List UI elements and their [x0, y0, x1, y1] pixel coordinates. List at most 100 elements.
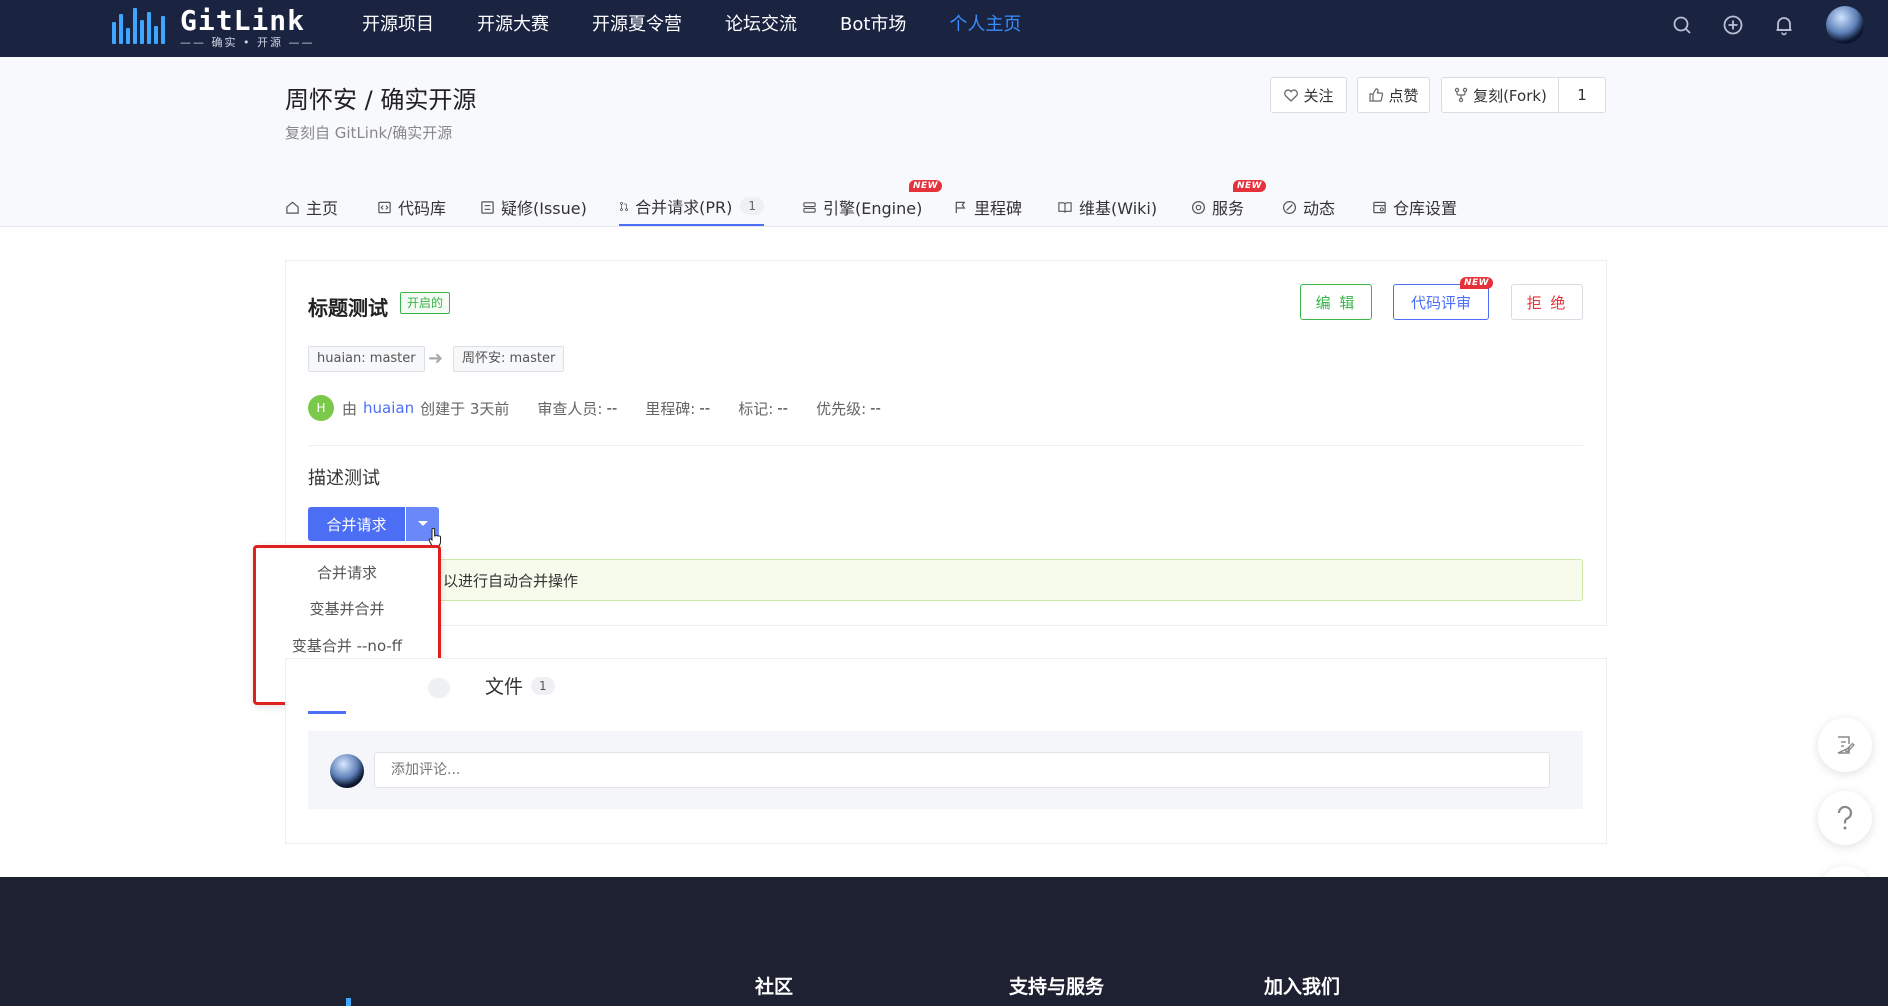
book-icon: [1058, 201, 1072, 213]
fork-count[interactable]: 1: [1559, 77, 1606, 113]
tab-files-label: 文件: [485, 676, 524, 698]
watch-label: 关注: [1303, 86, 1334, 105]
settings-icon: [1373, 201, 1386, 213]
tab-code[interactable]: 代码库: [377, 188, 446, 226]
code-review-button[interactable]: 代码评审 NEW: [1393, 277, 1494, 320]
fork-button[interactable]: 复刻(Fork): [1441, 77, 1559, 113]
home-icon: [286, 201, 299, 214]
thumbs-up-icon: [1369, 88, 1384, 102]
tab-issues[interactable]: 疑修(Issue): [480, 188, 587, 226]
milestone-label: 里程碑:: [645, 399, 696, 418]
nav-bot-market[interactable]: Bot市场: [840, 0, 906, 50]
gitlink-logo[interactable]: GitLink —— 确实 • 开源 ——: [110, 4, 312, 49]
services-new-badge: NEW: [1233, 180, 1267, 192]
tab-pull-requests-label: 合并请求(PR): [635, 198, 733, 217]
tab-milestones-label: 里程碑: [974, 199, 1023, 218]
tab-services[interactable]: 服务 NEW: [1191, 180, 1267, 226]
author-avatar[interactable]: H: [308, 395, 334, 421]
main-nav: 开源项目 开源大赛 开源夏令营 论坛交流 Bot市场 个人主页: [362, 0, 1064, 50]
footer-support: 支持与服务: [1009, 976, 1105, 998]
feedback-button[interactable]: [1818, 718, 1872, 772]
engine-new-badge: NEW: [909, 180, 943, 192]
top-navbar: GitLink —— 确实 • 开源 —— 开源项目 开源大赛 开源夏令营 论坛…: [0, 0, 1888, 57]
tab-settings-label: 仓库设置: [1393, 199, 1458, 218]
merge-option-merge[interactable]: 合并请求: [256, 555, 438, 591]
repo-title[interactable]: 周怀安 / 确实开源: [285, 80, 476, 115]
tab-pull-requests[interactable]: 合并请求(PR) 1: [619, 188, 764, 226]
tab-activity[interactable]: 动态: [1282, 188, 1335, 226]
engine-icon: [803, 201, 816, 213]
target-branch: 周怀安: master: [453, 346, 565, 372]
tab-home-label: 主页: [306, 199, 339, 218]
created-time: 创建于 3天前: [420, 399, 510, 418]
tab-activity-label: 动态: [1303, 199, 1336, 218]
edit-button[interactable]: 编 辑: [1300, 284, 1372, 320]
footer: [0, 877, 1888, 1006]
reviewers-value: --: [606, 399, 618, 417]
logo-subtext: —— 确实 • 开源 ——: [180, 36, 315, 49]
logo-mark-icon: [110, 8, 165, 48]
pr-meta: H 由 huaian 创建于 3天前 审查人员: -- 里程碑: -- 标记: …: [308, 394, 881, 422]
fork-icon: [1454, 87, 1468, 103]
merge-option-rebase[interactable]: 变基并合并: [256, 591, 438, 627]
files-count: 1: [531, 676, 555, 695]
tab-home[interactable]: 主页: [285, 188, 338, 226]
pr-description: 描述测试: [308, 468, 380, 489]
tab-milestones[interactable]: 里程碑: [953, 188, 1022, 226]
pull-request-icon: [620, 201, 628, 211]
auto-merge-notice: 以进行自动合并操作: [420, 559, 1583, 601]
tab-wiki[interactable]: 维基(Wiki): [1057, 188, 1157, 226]
edit-note-icon: [1837, 736, 1855, 754]
nav-competitions[interactable]: 开源大赛: [477, 0, 549, 50]
tab-settings[interactable]: 仓库设置: [1372, 188, 1457, 226]
add-icon[interactable]: [1722, 14, 1744, 36]
tab-engine[interactable]: 引擎(Engine) NEW: [802, 180, 943, 226]
code-review-new-badge: NEW: [1460, 277, 1494, 289]
caret-down-icon: [417, 521, 428, 526]
code-review-label: 代码评审: [1410, 293, 1471, 312]
comment-input[interactable]: [374, 752, 1550, 788]
tab-files[interactable]: 文件 1: [485, 672, 555, 699]
divider: [308, 445, 1583, 446]
fork-label: 复刻(Fork): [1473, 86, 1547, 105]
tab-services-label: 服务: [1212, 199, 1245, 218]
tab-wiki-label: 维基(Wiki): [1079, 199, 1158, 218]
tab-code-label: 代码库: [398, 199, 447, 218]
code-icon: [378, 201, 391, 213]
merge-button[interactable]: 合并请求: [308, 507, 405, 541]
source-branch: huaian: master: [308, 346, 425, 372]
arrow-right-icon: ➜: [428, 348, 444, 369]
priority-label: 优先级:: [816, 399, 867, 418]
pr-status-badge: 开启的: [400, 292, 451, 314]
comments-count-badge: [428, 678, 450, 698]
question-mark-icon: [1837, 805, 1853, 830]
active-tab-underline: [308, 711, 346, 714]
by-label: 由: [342, 399, 358, 418]
reviewers-label: 审查人员:: [537, 399, 603, 418]
issue-icon: [481, 200, 494, 214]
nav-personal-home[interactable]: 个人主页: [949, 0, 1021, 50]
like-button[interactable]: 点赞: [1357, 77, 1430, 113]
pr-title: 标题测试: [308, 296, 388, 320]
watch-button[interactable]: 关注: [1270, 77, 1347, 113]
search-icon[interactable]: [1671, 14, 1693, 36]
like-label: 点赞: [1388, 86, 1419, 105]
bell-icon[interactable]: [1773, 14, 1795, 36]
logo-text: GitLink: [180, 4, 306, 37]
nav-summer-camp[interactable]: 开源夏令营: [592, 0, 682, 50]
help-button[interactable]: [1818, 791, 1872, 845]
reject-button[interactable]: 拒 绝: [1511, 284, 1583, 320]
nav-open-projects[interactable]: 开源项目: [362, 0, 434, 50]
tab-issues-label: 疑修(Issue): [501, 199, 587, 218]
forked-from[interactable]: 复刻自 GitLink/确实开源: [285, 122, 452, 143]
service-icon: [1191, 200, 1206, 214]
commenter-avatar: [330, 754, 364, 788]
author-link[interactable]: huaian: [363, 399, 414, 417]
footer-community: 社区: [755, 976, 794, 998]
footer-logo-icon: [346, 998, 351, 1006]
flag-icon: [955, 201, 966, 213]
nav-forum[interactable]: 论坛交流: [725, 0, 797, 50]
user-avatar[interactable]: [1826, 6, 1864, 44]
activity-icon: [1282, 200, 1297, 214]
tags-label: 标记:: [738, 399, 774, 418]
